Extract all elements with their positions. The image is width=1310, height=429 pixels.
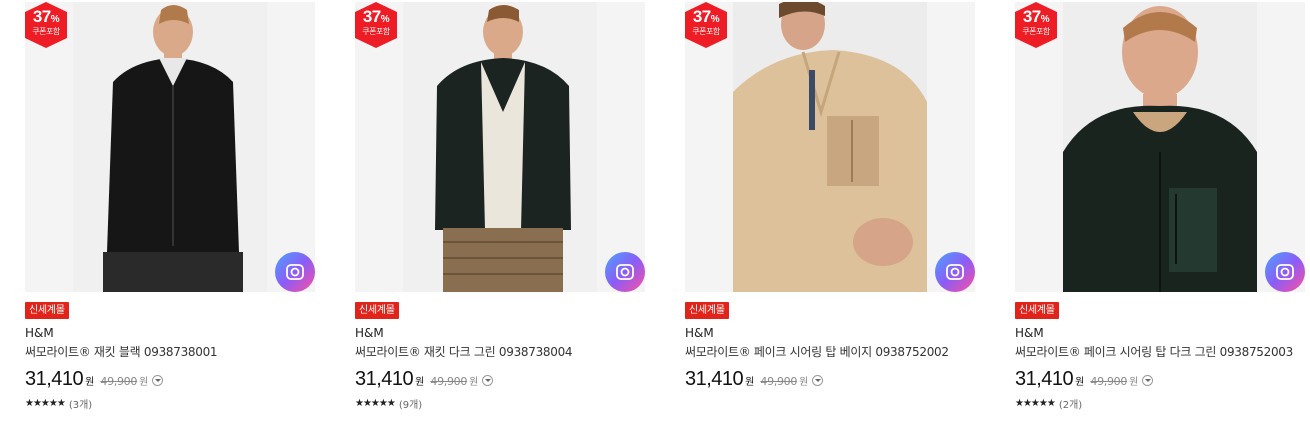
price-row: 31,410 원 49,900 원 (1015, 368, 1154, 392)
original-currency-unit: 원 (139, 377, 149, 388)
product-photo[interactable] (73, 2, 267, 292)
product-name[interactable]: 써모라이트® 페이크 시어링 탑 다크 그린 0938752003 (1015, 345, 1310, 360)
discount-suffix: % (50, 14, 60, 25)
rating-stars: ★★★★★ (25, 397, 66, 409)
rating[interactable]: ★★★★★ (2개) (1015, 396, 1083, 411)
product-name[interactable]: 써모라이트® 재킷 블랙 0938738001 (25, 345, 320, 360)
sale-price: 31,410 (1015, 368, 1074, 390)
product-image[interactable] (25, 2, 315, 292)
product-image[interactable] (685, 2, 975, 292)
original-currency-unit: 원 (469, 377, 479, 388)
product-card[interactable]: 37% 쿠폰포함 신세계몰 H&M 써모라이트® 페이크 시어링 탑 베이지 0… (685, 0, 980, 429)
product-photo[interactable] (403, 2, 597, 292)
rating-stars: ★★★★★ (1015, 397, 1056, 409)
mall-badge: 신세계몰 (355, 302, 399, 319)
coupon-label: 쿠폰포함 (32, 27, 60, 36)
chevron-down-circle-icon[interactable] (1142, 375, 1154, 386)
brand-name[interactable]: H&M (1015, 326, 1044, 341)
discount-badge: 37% 쿠폰포함 (685, 2, 727, 48)
brand-name[interactable]: H&M (355, 326, 384, 341)
chevron-down-circle-icon[interactable] (812, 375, 824, 386)
currency-unit: 원 (415, 377, 425, 388)
rating[interactable]: ★★★★★ (9개) (355, 396, 423, 411)
camera-search-icon (286, 264, 304, 280)
product-name[interactable]: 써모라이트® 페이크 시어링 탑 베이지 0938752002 (685, 345, 980, 360)
sale-price: 31,410 (355, 368, 414, 390)
mall-badge: 신세계몰 (25, 302, 69, 319)
discount-percent: 37 (692, 7, 711, 26)
camera-search-icon (616, 264, 634, 280)
camera-search-icon (946, 264, 964, 280)
currency-unit: 원 (1075, 377, 1085, 388)
image-search-button[interactable] (275, 252, 315, 292)
brand-name[interactable]: H&M (25, 326, 54, 341)
product-card[interactable]: 37% 쿠폰포함 신세계몰 H&M 써모라이트® 페이크 시어링 탑 다크 그린… (1015, 0, 1310, 429)
rating-stars: ★★★★★ (355, 397, 396, 409)
price-row: 31,410 원 49,900 원 (685, 368, 824, 392)
mall-badge: 신세계몰 (685, 302, 729, 319)
product-photo[interactable] (733, 2, 927, 292)
product-image[interactable] (1015, 2, 1305, 292)
discount-suffix: % (1040, 14, 1050, 25)
discount-badge: 37% 쿠폰포함 (1015, 2, 1057, 48)
review-count: (9개) (398, 399, 423, 411)
coupon-label: 쿠폰포함 (362, 27, 390, 36)
product-name[interactable]: 써모라이트® 재킷 다크 그린 0938738004 (355, 345, 650, 360)
image-search-button[interactable] (935, 252, 975, 292)
product-grid: 37% 쿠폰포함 신세계몰 H&M 써모라이트® 재킷 블랙 093873800… (0, 0, 1310, 429)
sale-price: 31,410 (685, 368, 744, 390)
image-search-button[interactable] (1265, 252, 1305, 292)
discount-suffix: % (710, 14, 720, 25)
original-currency-unit: 원 (1129, 377, 1139, 388)
discount-percent: 37 (1022, 7, 1041, 26)
product-image[interactable] (355, 2, 645, 292)
currency-unit: 원 (85, 377, 95, 388)
discount-badge: 37% 쿠폰포함 (355, 2, 397, 48)
chevron-down-circle-icon[interactable] (152, 375, 164, 386)
coupon-label: 쿠폰포함 (1022, 27, 1050, 36)
rating[interactable]: ★★★★★ (3개) (25, 396, 93, 411)
currency-unit: 원 (745, 377, 755, 388)
discount-percent: 37 (362, 7, 381, 26)
discount-suffix: % (380, 14, 390, 25)
sale-price: 31,410 (25, 368, 84, 390)
product-card[interactable]: 37% 쿠폰포함 신세계몰 H&M 써모라이트® 재킷 다크 그린 093873… (355, 0, 650, 429)
price-row: 31,410 원 49,900 원 (25, 368, 164, 392)
original-price: 49,900 (1090, 375, 1128, 388)
review-count: (3개) (68, 399, 93, 411)
chevron-down-circle-icon[interactable] (482, 375, 494, 386)
mall-badge: 신세계몰 (1015, 302, 1059, 319)
original-currency-unit: 원 (799, 377, 809, 388)
image-search-button[interactable] (605, 252, 645, 292)
product-card[interactable]: 37% 쿠폰포함 신세계몰 H&M 써모라이트® 재킷 블랙 093873800… (25, 0, 320, 429)
discount-percent: 37 (32, 7, 51, 26)
discount-badge: 37% 쿠폰포함 (25, 2, 67, 48)
price-row: 31,410 원 49,900 원 (355, 368, 494, 392)
brand-name[interactable]: H&M (685, 326, 714, 341)
original-price: 49,900 (100, 375, 138, 388)
product-photo[interactable] (1063, 2, 1257, 292)
review-count: (2개) (1058, 399, 1083, 411)
coupon-label: 쿠폰포함 (692, 27, 720, 36)
camera-search-icon (1276, 264, 1294, 280)
original-price: 49,900 (430, 375, 468, 388)
original-price: 49,900 (760, 375, 798, 388)
